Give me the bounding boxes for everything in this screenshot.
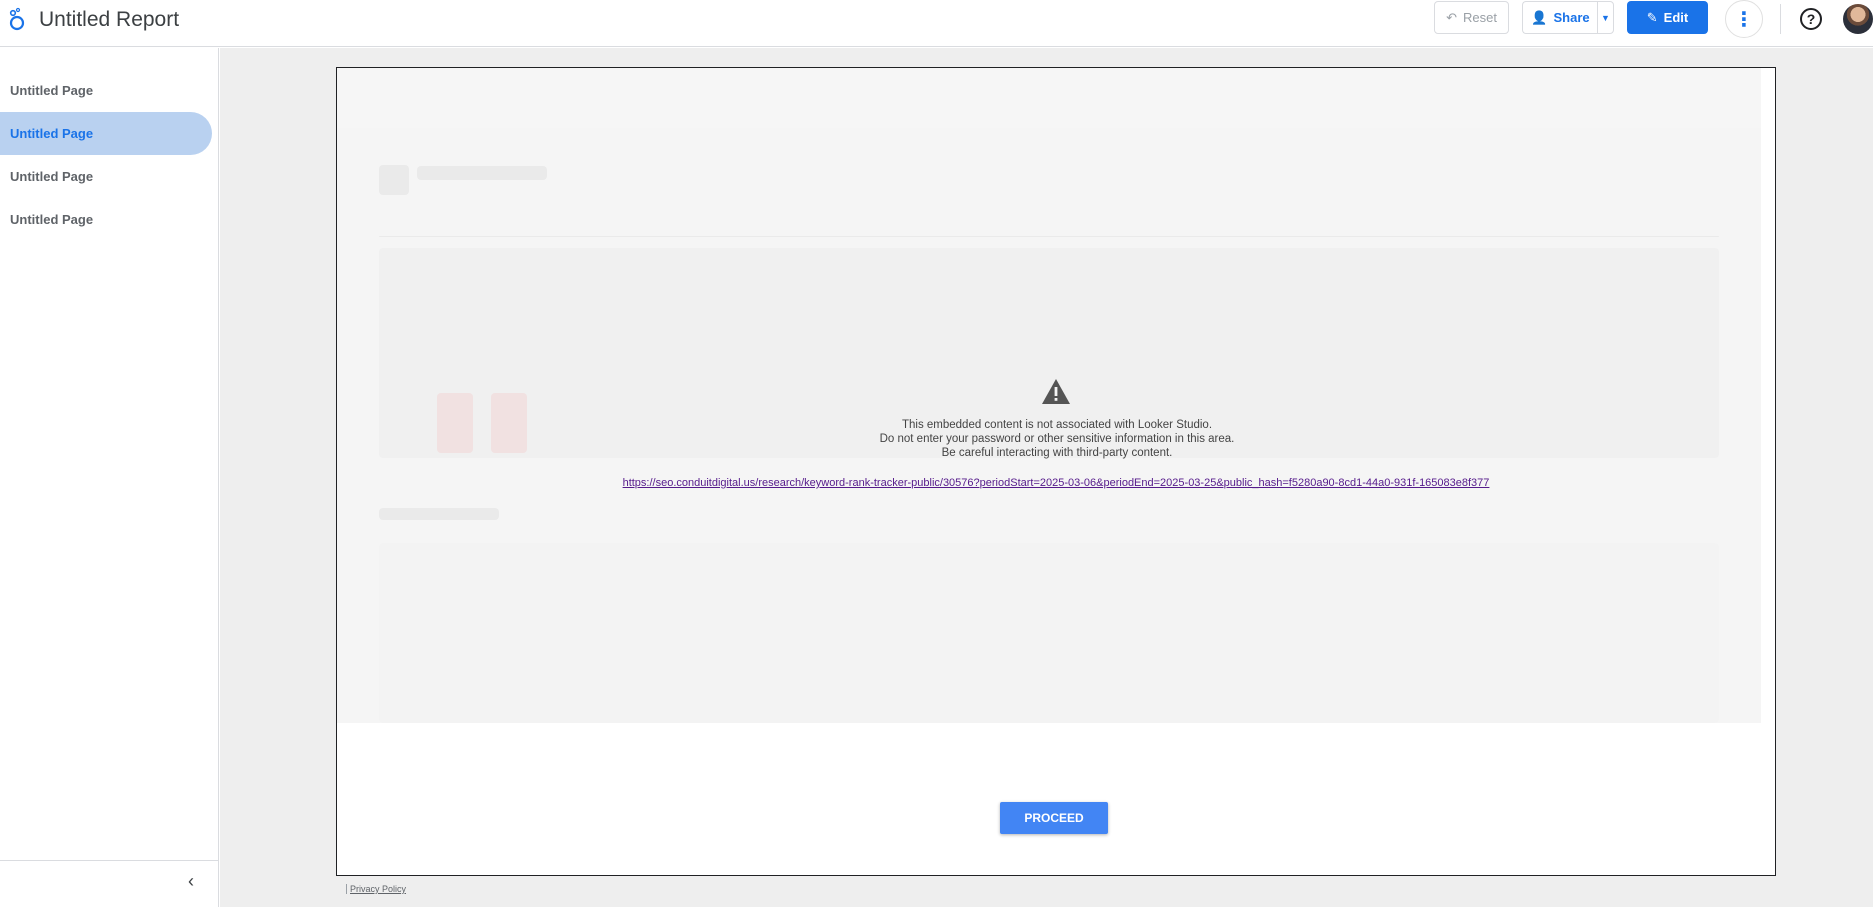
proceed-button[interactable]: PROCEED — [1000, 802, 1108, 834]
share-button[interactable]: 👤 Share — [1522, 1, 1598, 34]
share-button-label: Share — [1553, 10, 1590, 25]
sidebar-page-3[interactable]: Untitled Page — [0, 155, 212, 198]
pencil-icon: ✎ — [1646, 9, 1658, 25]
privacy-policy-link[interactable]: Privacy Policy — [346, 884, 406, 894]
page-label: Untitled Page — [10, 169, 94, 184]
looker-studio-logo-icon[interactable] — [8, 7, 26, 31]
chevron-left-icon[interactable]: ‹ — [188, 871, 194, 892]
notice-line: Be careful interacting with third-party … — [941, 447, 1173, 459]
reset-button-label: Reset — [1462, 10, 1497, 25]
ghost-block — [379, 543, 1719, 723]
app-header: Untitled Report ↶ Reset 👤 Share ▼ ✎ Edit… — [0, 0, 1873, 47]
header-divider — [1780, 4, 1781, 34]
reset-button[interactable]: ↶ Reset — [1434, 1, 1509, 34]
pages-sidebar: Untitled Page Untitled Page Untitled Pag… — [0, 48, 219, 907]
warning-icon — [1042, 379, 1070, 404]
report-title[interactable]: Untitled Report — [39, 8, 179, 32]
share-dropdown-button[interactable]: ▼ — [1597, 1, 1614, 34]
ghost-block — [417, 166, 547, 180]
help-icon[interactable]: ? — [1800, 8, 1822, 30]
embed-frame: This embedded content is not associated … — [336, 67, 1776, 876]
notice-line: This embedded content is not associated … — [901, 419, 1213, 431]
proceed-button-label: PROCEED — [1024, 811, 1084, 825]
caret-down-icon: ▼ — [1601, 12, 1610, 23]
sidebar-page-2[interactable]: Untitled Page — [0, 112, 212, 155]
ghost-block — [379, 165, 409, 195]
notice-line: Do not enter your password or other sens… — [879, 433, 1235, 445]
page-label: Untitled Page — [10, 212, 94, 227]
embed-url-link[interactable]: https://seo.conduitdigital.us/research/k… — [337, 477, 1775, 489]
sidebar-divider — [0, 860, 219, 861]
user-avatar[interactable] — [1843, 4, 1873, 34]
ghost-block — [437, 393, 473, 453]
undo-icon: ↶ — [1446, 9, 1457, 25]
sidebar-page-4[interactable]: Untitled Page — [0, 198, 212, 241]
ghost-block — [491, 393, 527, 453]
embed-warning-notice: This embedded content is not associated … — [757, 418, 1357, 460]
edit-button-label: Edit — [1663, 10, 1689, 25]
page-label: Untitled Page — [10, 83, 94, 98]
ghost-block — [379, 236, 1719, 237]
ghost-block — [379, 508, 499, 520]
page-label: Untitled Page — [10, 126, 94, 141]
add-person-icon: 👤 — [1531, 9, 1548, 25]
more-vert-icon: ⋮ — [1734, 8, 1754, 31]
sidebar-page-1[interactable]: Untitled Page — [0, 69, 212, 112]
more-options-button[interactable]: ⋮ — [1725, 0, 1763, 38]
edit-button[interactable]: ✎ Edit — [1627, 1, 1708, 34]
